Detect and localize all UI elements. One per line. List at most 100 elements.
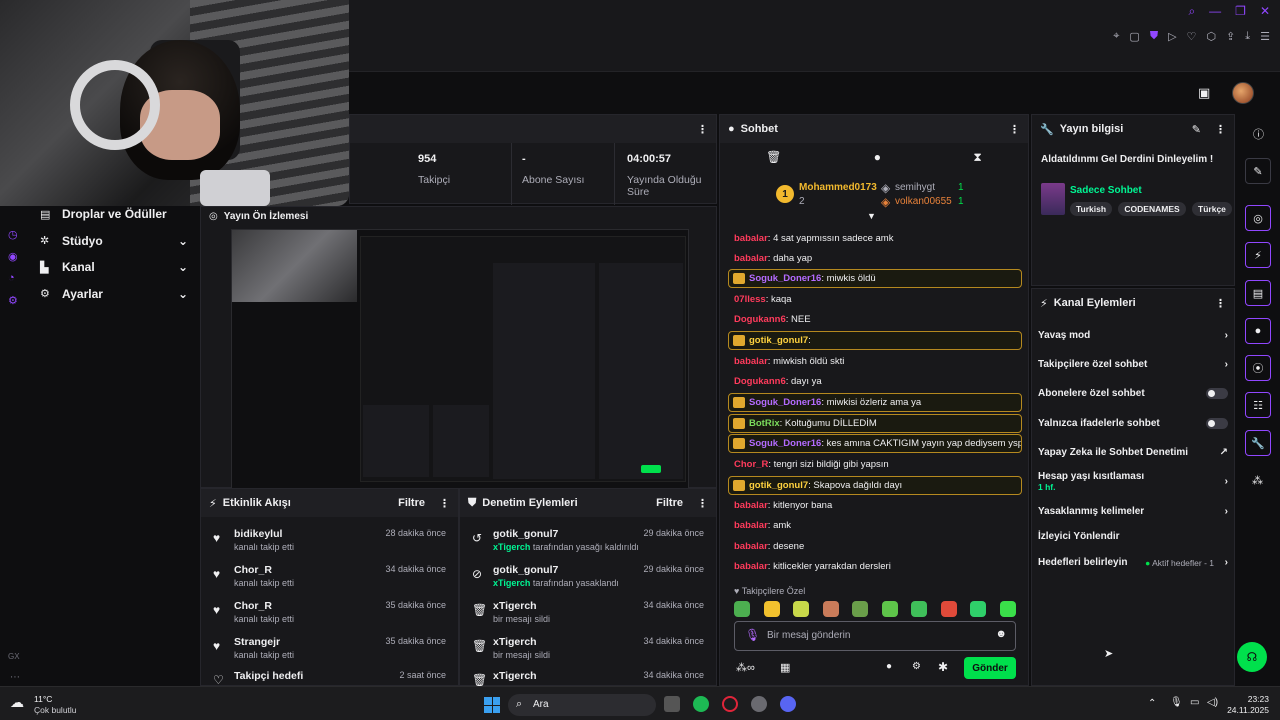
chat-username[interactable]: Dogukann6 xyxy=(734,376,786,387)
nav-channel[interactable]: ▙ Kanal ⌄ xyxy=(28,254,200,281)
send-button[interactable]: Gönder xyxy=(964,657,1016,679)
screenshot-icon[interactable]: ▢ xyxy=(1129,30,1139,43)
chat-message[interactable]: BotRix: Koltuğumu DİLLEDİM xyxy=(728,414,1022,433)
emote[interactable] xyxy=(763,601,780,617)
avatar[interactable] xyxy=(1232,82,1254,104)
chat-username[interactable]: Soguk_Doner16 xyxy=(749,397,821,408)
list-item[interactable]: ⊘ gotik_gonul7 xTigerch tarafından yasak… xyxy=(460,559,716,595)
filter-button[interactable]: Filtre xyxy=(656,497,683,509)
chat-username[interactable]: babalar xyxy=(734,253,768,264)
action-banned-words[interactable]: Yasaklanmış kelimeler › xyxy=(1038,506,1228,517)
category-name[interactable]: Sadece Sohbet xyxy=(1070,185,1142,196)
puzzle-icon[interactable]: ✱ xyxy=(938,660,948,674)
emote[interactable] xyxy=(822,601,839,617)
gamepad-icon[interactable]: ▣ xyxy=(1198,85,1210,101)
subscribers-only-toggle[interactable] xyxy=(1206,388,1228,399)
chat-message[interactable]: Dogukann6: NEE xyxy=(728,311,1022,329)
list-item[interactable]: 🗑 xTigerch bir mesajı sildi 34 dakika ön… xyxy=(460,631,716,667)
chat-bubble-icon[interactable]: ◔ xyxy=(8,272,15,284)
stream-preview-video[interactable] xyxy=(231,229,689,490)
chat-bubble-icon[interactable]: ● xyxy=(886,661,892,672)
chat-message[interactable]: Dogukann6: dayı ya xyxy=(728,373,1022,391)
list-item[interactable]: 🗑 xTigerch bir mesajı sildi 34 dakika ön… xyxy=(460,595,716,631)
file-explorer-icon[interactable] xyxy=(664,696,680,712)
chat-message[interactable]: Soguk_Doner16: kes amına CAKTIGIM yayın … xyxy=(728,434,1022,453)
clock-icon[interactable]: ◷ xyxy=(8,228,18,241)
bolt-icon[interactable]: ⚡ xyxy=(1245,242,1271,268)
nav-settings[interactable]: ⚙ Ayarlar ⌄ xyxy=(28,281,200,308)
pin-icon[interactable]: ⌖ xyxy=(1113,30,1119,43)
chat-message[interactable]: babalar: kitlicekler yarrakdan dersleri xyxy=(728,558,1022,576)
heart-icon[interactable]: ♡ xyxy=(1187,30,1197,43)
community-icon[interactable]: ⁂ xyxy=(1252,474,1263,487)
chat-username[interactable]: babalar xyxy=(734,520,768,531)
more-options-icon[interactable]: ⋮ xyxy=(697,123,708,136)
action-slow-mode[interactable]: Yavaş mod › xyxy=(1038,330,1228,341)
tag[interactable]: Türkçe xyxy=(1192,202,1232,216)
chat-message[interactable]: Chor_R: tengri sizi bildiği gibi yapsın xyxy=(728,456,1022,474)
chat-username[interactable]: babalar xyxy=(734,233,768,244)
tag[interactable]: CODENAMES xyxy=(1118,202,1186,216)
search-icon[interactable]: ⌕ xyxy=(1188,4,1195,19)
chat-username[interactable]: Dogukann6 xyxy=(734,314,786,325)
emote[interactable] xyxy=(734,601,750,617)
minimize-icon[interactable]: — xyxy=(1209,4,1221,19)
chat-message[interactable]: gotik_gonul7: Skapova dağıldı dayı xyxy=(728,476,1022,495)
settings-icon[interactable]: ⚙ xyxy=(8,294,18,307)
collapse-icon[interactable]: ▼ xyxy=(867,211,876,221)
filter-button[interactable]: Filtre xyxy=(398,497,425,509)
info-icon[interactable]: ⓘ xyxy=(1253,126,1264,142)
chat-input[interactable]: 🎙 Bir mesaj gönderin ☻ xyxy=(734,621,1016,651)
document-icon[interactable]: ▤ xyxy=(1245,280,1271,306)
chat-username[interactable]: babalar xyxy=(734,541,768,552)
action-account-age[interactable]: Hesap yaşı kısıtlaması 1 hf. › xyxy=(1038,471,1228,492)
chat-message[interactable]: Soguk_Doner16: miwkisi özleriz ama ya xyxy=(728,393,1022,412)
chat-bubble-icon[interactable]: ● xyxy=(1245,318,1271,344)
chat-username[interactable]: babalar xyxy=(734,561,768,572)
extensions-icon[interactable]: ⬡ xyxy=(1206,30,1216,43)
action-raid[interactable]: İzleyici Yönlendir xyxy=(1038,531,1228,542)
chat-username[interactable]: gotik_gonul7 xyxy=(749,335,808,346)
leader-second-name[interactable]: semihygt xyxy=(895,182,935,193)
action-goals[interactable]: Hedefleri belirleyin ● Aktif hedefler - … xyxy=(1038,557,1228,568)
chat-message[interactable]: babalar: amk xyxy=(728,517,1022,535)
hourglass-icon[interactable]: ⧗ xyxy=(973,150,981,165)
close-icon[interactable]: ✕ xyxy=(1260,4,1270,19)
maximize-icon[interactable]: ❐ xyxy=(1235,4,1246,19)
store-icon[interactable]: ▦ xyxy=(780,661,790,674)
network-icon[interactable]: ▭ xyxy=(1190,697,1199,708)
tag[interactable]: Turkish xyxy=(1070,202,1113,216)
chat-message[interactable]: babalar: miwkish öldü skti xyxy=(728,353,1022,371)
chat-username[interactable]: Soguk_Doner16 xyxy=(749,273,821,284)
shield-icon[interactable]: ⛊ xyxy=(1150,30,1158,43)
chat-bubble-icon[interactable]: ● xyxy=(874,150,881,164)
broadcast-icon[interactable]: ⦿ xyxy=(1245,355,1271,381)
list-item[interactable]: ↺ gotik_gonul7 xTigerch tarafından yasağ… xyxy=(460,523,716,559)
chat-message[interactable]: 07lless: kaqa xyxy=(728,291,1022,309)
list-item[interactable]: ♥ bidikeylul kanalı takip etti 28 dakika… xyxy=(201,523,458,559)
more-options-icon[interactable]: ⋮ xyxy=(1215,297,1226,310)
chat-username[interactable]: gotik_gonul7 xyxy=(749,480,808,491)
chat-username[interactable]: babalar xyxy=(734,500,768,511)
chat-message[interactable]: Soguk_Doner16: miwkis öldü xyxy=(728,269,1022,288)
more-options-icon[interactable]: ⋮ xyxy=(1215,123,1226,136)
action-followers-only[interactable]: Takipçilere özel sohbet › xyxy=(1038,359,1228,370)
chat-message[interactable]: babalar: kitlenyor bana xyxy=(728,497,1022,515)
chat-username[interactable]: Soguk_Doner16 xyxy=(749,438,821,449)
list-item[interactable]: ♥ Chor_R kanalı takip etti 35 dakika önc… xyxy=(201,595,458,631)
wrench-icon[interactable]: 🔧 xyxy=(1245,430,1271,456)
emote[interactable] xyxy=(940,601,957,617)
more-options-icon[interactable]: ⋮ xyxy=(1009,123,1020,136)
support-button[interactable]: ☊ xyxy=(1237,642,1267,672)
volume-icon[interactable]: ◁) xyxy=(1207,697,1218,708)
emote[interactable] xyxy=(999,601,1016,617)
more-icon[interactable]: ⋯ xyxy=(10,672,20,683)
community-icon[interactable]: ⁂∞ xyxy=(736,661,755,674)
share-icon[interactable]: ⇪ xyxy=(1226,30,1235,43)
menu-icon[interactable]: ☰ xyxy=(1260,30,1270,43)
start-icon[interactable] xyxy=(484,697,500,713)
list-icon[interactable]: ☷ xyxy=(1245,392,1271,418)
leader-third-name[interactable]: volkan00655 xyxy=(895,196,952,207)
edit-icon[interactable]: ✎ xyxy=(1245,158,1271,184)
list-item[interactable]: ♥ Strangejr kanalı takip etti 35 dakika … xyxy=(201,631,458,667)
